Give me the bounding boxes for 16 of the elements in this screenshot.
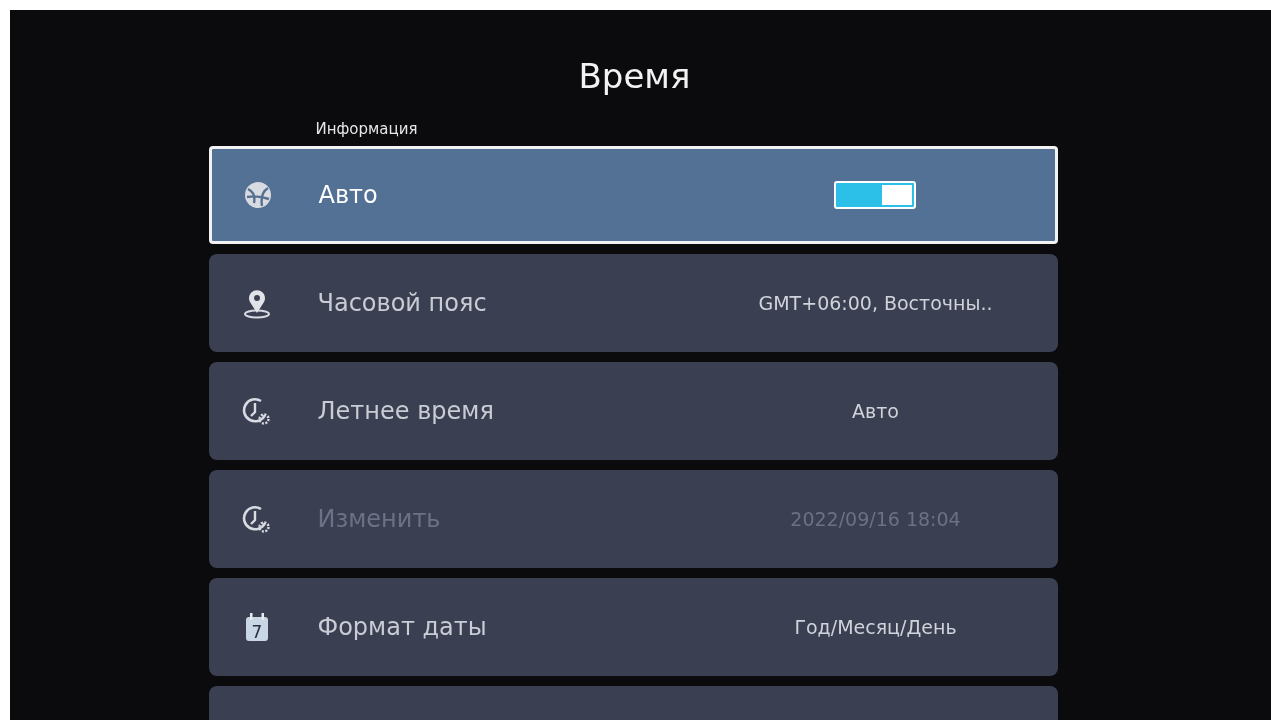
row-label: Часовой пояс [317,289,487,317]
row-label: Летнее время [317,397,494,425]
page-title: Время [578,56,691,96]
settings-row[interactable]: Часовой пояс GMT+06:00, Восточны.. [208,254,1058,352]
row-label: Авто [318,181,378,209]
toggle-switch[interactable] [833,181,916,209]
row-value: Год/Месяц/День [794,616,957,638]
settings-row[interactable]: Авто [208,146,1058,244]
clock-gear-icon [240,395,273,427]
row-value: GMT+06:00, Восточны.. [758,292,993,314]
section-label: Информация [315,120,419,138]
settings-row[interactable]: 7 Формат даты Год/Месяц/День [208,578,1058,676]
clock-gear-icon [240,503,273,535]
row-label: Формат даты [317,613,487,641]
settings-row[interactable]: Летнее время Авто [208,362,1058,460]
row-value: Авто [852,400,899,422]
